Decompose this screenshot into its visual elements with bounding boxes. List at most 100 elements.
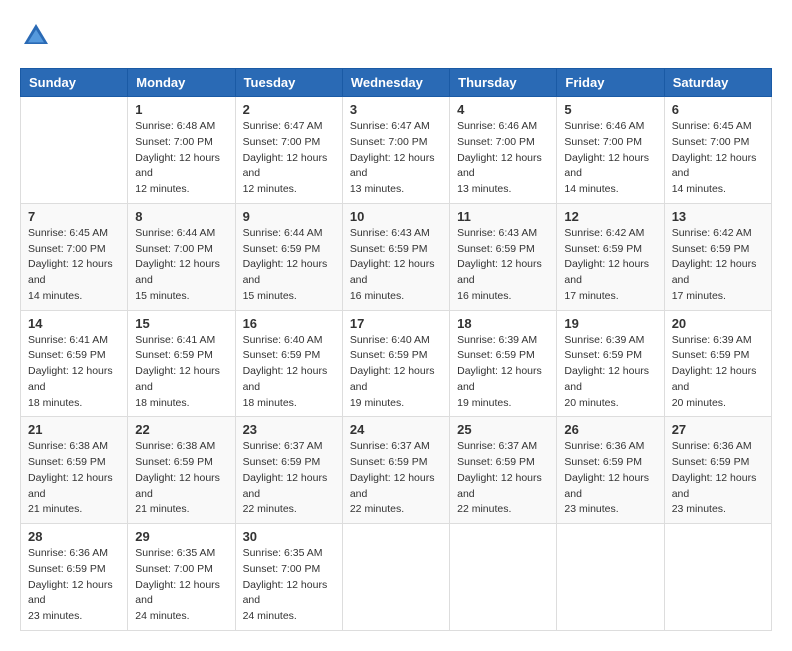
- calendar-cell: 26Sunrise: 6:36 AMSunset: 6:59 PMDayligh…: [557, 417, 664, 524]
- day-number: 10: [350, 209, 442, 224]
- day-number: 12: [564, 209, 656, 224]
- header-day-saturday: Saturday: [664, 69, 771, 97]
- day-info: Sunrise: 6:47 AMSunset: 7:00 PMDaylight:…: [350, 119, 442, 198]
- day-info: Sunrise: 6:48 AMSunset: 7:00 PMDaylight:…: [135, 119, 227, 198]
- day-number: 3: [350, 102, 442, 117]
- header-day-thursday: Thursday: [450, 69, 557, 97]
- calendar-cell: 16 Sunrise: 6:40 AMSunset: 6:59 PMDayligh…: [235, 310, 342, 417]
- calendar-header-row: SundayMondayTuesdayWednesdayThursdayFrid…: [21, 69, 772, 97]
- calendar-cell: 29 Sunrise: 6:35 AMSunset: 7:00 PMDayligh…: [128, 524, 235, 631]
- day-info: Sunrise: 6:39 AMSunset: 6:59 PMDaylight:…: [672, 333, 764, 412]
- calendar-cell: 5Sunrise: 6:46 AMSunset: 7:00 PMDaylight…: [557, 97, 664, 204]
- day-number: 27: [672, 422, 764, 437]
- day-info: Sunrise: 6:40 AMSunset: 6:59 PMDaylight:…: [243, 333, 335, 412]
- calendar-cell: 2 Sunrise: 6:47 AMSunset: 7:00 PMDaylight…: [235, 97, 342, 204]
- day-number: 17: [350, 316, 442, 331]
- calendar-cell: 21 Sunrise: 6:38 AMSunset: 6:59 PMDayligh…: [21, 417, 128, 524]
- day-number: 16: [243, 316, 335, 331]
- day-number: 21: [28, 422, 120, 437]
- day-info: Sunrise: 6:47 AMSunset: 7:00 PMDaylight:…: [243, 119, 335, 198]
- day-info: Sunrise: 6:38 AMSunset: 6:59 PMDaylight:…: [135, 439, 227, 518]
- day-number: 25: [457, 422, 549, 437]
- calendar-cell: 15 Sunrise: 6:41 AMSunset: 6:59 PMDayligh…: [128, 310, 235, 417]
- day-number: 1: [135, 102, 227, 117]
- calendar-cell: 6Sunrise: 6:45 AMSunset: 7:00 PMDaylight…: [664, 97, 771, 204]
- calendar-cell: [557, 524, 664, 631]
- calendar-cell: 4 Sunrise: 6:46 AMSunset: 7:00 PMDaylight…: [450, 97, 557, 204]
- day-info: Sunrise: 6:44 AMSunset: 6:59 PMDaylight:…: [243, 226, 335, 305]
- calendar-cell: 11 Sunrise: 6:43 AMSunset: 6:59 PMDayligh…: [450, 203, 557, 310]
- day-number: 11: [457, 209, 549, 224]
- calendar-cell: 12 Sunrise: 6:42 AMSunset: 6:59 PMDayligh…: [557, 203, 664, 310]
- day-number: 15: [135, 316, 227, 331]
- page-header: [20, 20, 772, 52]
- day-info: Sunrise: 6:36 AMSunset: 6:59 PMDaylight:…: [28, 546, 120, 625]
- day-info: Sunrise: 6:42 AMSunset: 6:59 PMDaylight:…: [564, 226, 656, 305]
- day-number: 13: [672, 209, 764, 224]
- calendar-week-row: 14 Sunrise: 6:41 AMSunset: 6:59 PMDayligh…: [21, 310, 772, 417]
- calendar-cell: 24 Sunrise: 6:37 AMSunset: 6:59 PMDayligh…: [342, 417, 449, 524]
- day-number: 8: [135, 209, 227, 224]
- day-number: 30: [243, 529, 335, 544]
- day-number: 23: [243, 422, 335, 437]
- calendar-cell: 19Sunrise: 6:39 AMSunset: 6:59 PMDayligh…: [557, 310, 664, 417]
- day-number: 2: [243, 102, 335, 117]
- header-day-monday: Monday: [128, 69, 235, 97]
- day-number: 9: [243, 209, 335, 224]
- day-info: Sunrise: 6:39 AMSunset: 6:59 PMDaylight:…: [457, 333, 549, 412]
- calendar-cell: [450, 524, 557, 631]
- day-info: Sunrise: 6:43 AMSunset: 6:59 PMDaylight:…: [457, 226, 549, 305]
- header-day-wednesday: Wednesday: [342, 69, 449, 97]
- calendar-cell: [664, 524, 771, 631]
- logo: [20, 20, 56, 52]
- day-number: 18: [457, 316, 549, 331]
- calendar-cell: 1 Sunrise: 6:48 AMSunset: 7:00 PMDaylight…: [128, 97, 235, 204]
- calendar-cell: 10Sunrise: 6:43 AMSunset: 6:59 PMDayligh…: [342, 203, 449, 310]
- day-number: 14: [28, 316, 120, 331]
- day-number: 7: [28, 209, 120, 224]
- day-number: 28: [28, 529, 120, 544]
- day-info: Sunrise: 6:42 AMSunset: 6:59 PMDaylight:…: [672, 226, 764, 305]
- day-info: Sunrise: 6:46 AMSunset: 7:00 PMDaylight:…: [564, 119, 656, 198]
- day-number: 29: [135, 529, 227, 544]
- day-number: 22: [135, 422, 227, 437]
- day-number: 6: [672, 102, 764, 117]
- day-info: Sunrise: 6:46 AMSunset: 7:00 PMDaylight:…: [457, 119, 549, 198]
- day-info: Sunrise: 6:35 AMSunset: 7:00 PMDaylight:…: [243, 546, 335, 625]
- calendar-week-row: 1 Sunrise: 6:48 AMSunset: 7:00 PMDaylight…: [21, 97, 772, 204]
- calendar-cell: 7 Sunrise: 6:45 AMSunset: 7:00 PMDaylight…: [21, 203, 128, 310]
- calendar-cell: 14 Sunrise: 6:41 AMSunset: 6:59 PMDayligh…: [21, 310, 128, 417]
- day-number: 20: [672, 316, 764, 331]
- day-info: Sunrise: 6:41 AMSunset: 6:59 PMDaylight:…: [28, 333, 120, 412]
- header-day-sunday: Sunday: [21, 69, 128, 97]
- day-info: Sunrise: 6:37 AMSunset: 6:59 PMDaylight:…: [243, 439, 335, 518]
- day-info: Sunrise: 6:39 AMSunset: 6:59 PMDaylight:…: [564, 333, 656, 412]
- calendar-cell: 13 Sunrise: 6:42 AMSunset: 6:59 PMDayligh…: [664, 203, 771, 310]
- calendar-cell: 23 Sunrise: 6:37 AMSunset: 6:59 PMDayligh…: [235, 417, 342, 524]
- calendar-week-row: 7 Sunrise: 6:45 AMSunset: 7:00 PMDaylight…: [21, 203, 772, 310]
- day-info: Sunrise: 6:38 AMSunset: 6:59 PMDaylight:…: [28, 439, 120, 518]
- calendar-cell: 27 Sunrise: 6:36 AMSunset: 6:59 PMDayligh…: [664, 417, 771, 524]
- calendar-cell: [342, 524, 449, 631]
- calendar-cell: 3 Sunrise: 6:47 AMSunset: 7:00 PMDaylight…: [342, 97, 449, 204]
- header-day-tuesday: Tuesday: [235, 69, 342, 97]
- calendar-cell: 22 Sunrise: 6:38 AMSunset: 6:59 PMDayligh…: [128, 417, 235, 524]
- calendar-table: SundayMondayTuesdayWednesdayThursdayFrid…: [20, 68, 772, 631]
- calendar-cell: 20 Sunrise: 6:39 AMSunset: 6:59 PMDayligh…: [664, 310, 771, 417]
- day-info: Sunrise: 6:37 AMSunset: 6:59 PMDaylight:…: [350, 439, 442, 518]
- calendar-cell: 28 Sunrise: 6:36 AMSunset: 6:59 PMDayligh…: [21, 524, 128, 631]
- day-number: 24: [350, 422, 442, 437]
- calendar-cell: 9 Sunrise: 6:44 AMSunset: 6:59 PMDaylight…: [235, 203, 342, 310]
- day-info: Sunrise: 6:41 AMSunset: 6:59 PMDaylight:…: [135, 333, 227, 412]
- calendar-cell: 30 Sunrise: 6:35 AMSunset: 7:00 PMDayligh…: [235, 524, 342, 631]
- calendar-cell: 8 Sunrise: 6:44 AMSunset: 7:00 PMDaylight…: [128, 203, 235, 310]
- day-info: Sunrise: 6:44 AMSunset: 7:00 PMDaylight:…: [135, 226, 227, 305]
- logo-icon: [20, 20, 52, 52]
- day-number: 4: [457, 102, 549, 117]
- day-info: Sunrise: 6:35 AMSunset: 7:00 PMDaylight:…: [135, 546, 227, 625]
- day-info: Sunrise: 6:37 AMSunset: 6:59 PMDaylight:…: [457, 439, 549, 518]
- day-info: Sunrise: 6:36 AMSunset: 6:59 PMDaylight:…: [672, 439, 764, 518]
- calendar-week-row: 21 Sunrise: 6:38 AMSunset: 6:59 PMDayligh…: [21, 417, 772, 524]
- calendar-week-row: 28 Sunrise: 6:36 AMSunset: 6:59 PMDayligh…: [21, 524, 772, 631]
- day-info: Sunrise: 6:45 AMSunset: 7:00 PMDaylight:…: [28, 226, 120, 305]
